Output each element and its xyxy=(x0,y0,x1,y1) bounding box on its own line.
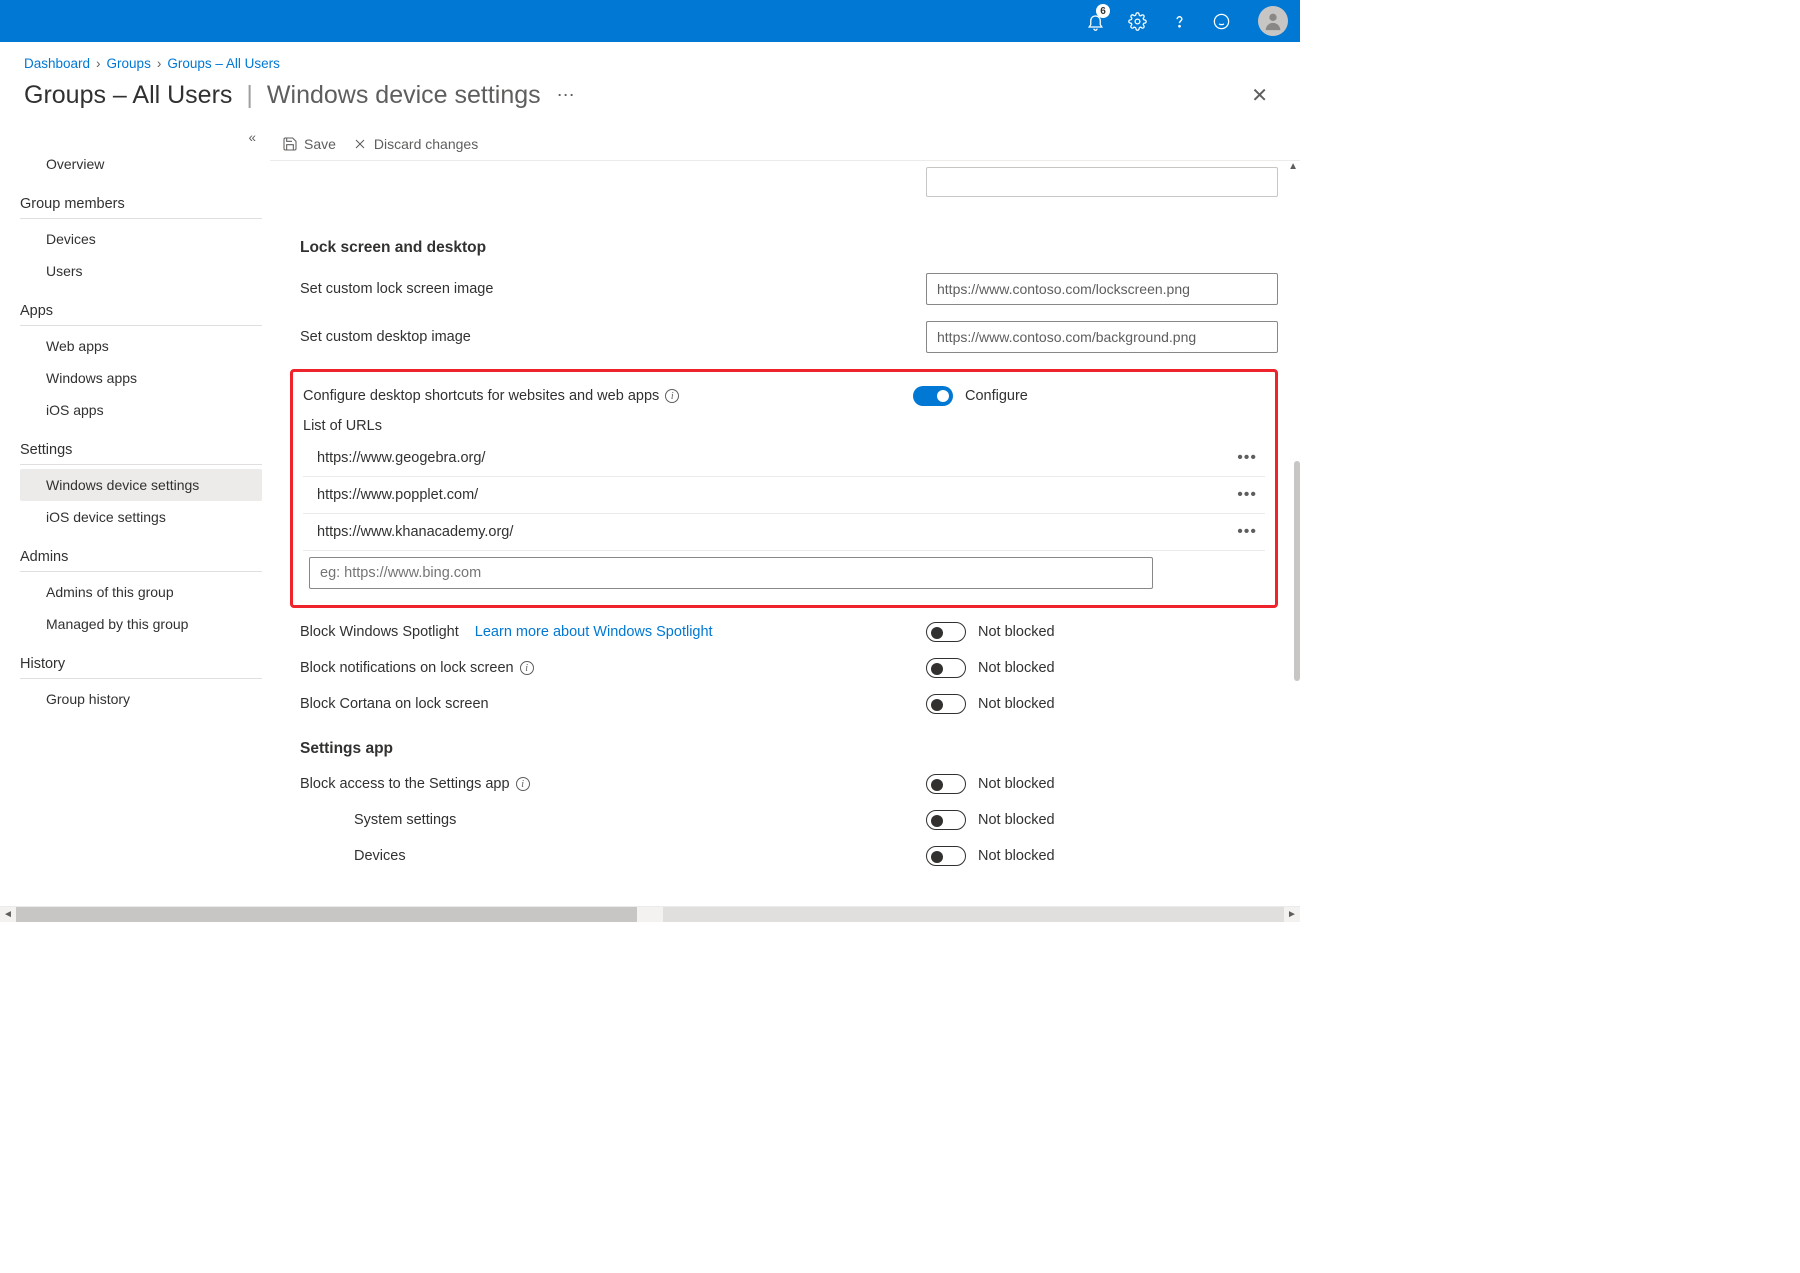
highlighted-shortcuts-box: Configure desktop shortcuts for websites… xyxy=(290,369,1278,608)
more-icon[interactable]: ••• xyxy=(1237,486,1257,504)
sidebar-item-ios-device-settings[interactable]: iOS device settings xyxy=(20,501,262,533)
toggle-system-settings[interactable] xyxy=(926,810,966,830)
url-text: https://www.geogebra.org/ xyxy=(317,450,485,466)
topbar: 6 xyxy=(0,0,1300,42)
sidebar-item-group-history[interactable]: Group history xyxy=(20,683,262,715)
main-scroll[interactable]: ▲ Lock screen and desktop Set custom loc… xyxy=(270,161,1300,918)
sidebar-section-group-members: Group members xyxy=(20,186,262,219)
label-configure-shortcuts: Configure desktop shortcuts for websites… xyxy=(303,388,679,404)
more-actions-icon[interactable]: ⋯ xyxy=(557,85,575,106)
scroll-right-icon[interactable]: ► xyxy=(1284,907,1300,923)
avatar[interactable] xyxy=(1258,6,1288,36)
label-lock-screen-image: Set custom lock screen image xyxy=(300,281,493,297)
toggle-configure-shortcuts[interactable] xyxy=(913,386,953,406)
url-row: https://www.popplet.com/ ••• xyxy=(303,477,1265,514)
sidebar-item-windows-apps[interactable]: Windows apps xyxy=(20,362,262,394)
toolbar: Save Discard changes xyxy=(270,126,1300,161)
save-button[interactable]: Save xyxy=(282,136,336,152)
info-icon[interactable]: i xyxy=(665,389,679,403)
toggle-label-system: Not blocked xyxy=(978,812,1055,828)
dropdown-stub[interactable] xyxy=(926,167,1278,197)
toggle-label-configure: Configure xyxy=(965,388,1028,404)
toggle-block-settings-app[interactable] xyxy=(926,774,966,794)
collapse-sidebar-icon[interactable]: « xyxy=(248,130,256,145)
link-spotlight-learn-more[interactable]: Learn more about Windows Spotlight xyxy=(475,624,713,640)
page-title: Groups – All Users | Windows device sett… xyxy=(24,81,575,110)
sidebar-item-ios-apps[interactable]: iOS apps xyxy=(20,394,262,426)
info-icon[interactable]: i xyxy=(520,661,534,675)
feedback-icon[interactable] xyxy=(1202,2,1240,40)
more-icon[interactable]: ••• xyxy=(1237,449,1257,467)
content: Save Discard changes ▲ Lock screen and d… xyxy=(270,126,1300,918)
input-add-url[interactable] xyxy=(309,557,1153,589)
input-lock-screen-image[interactable] xyxy=(926,273,1278,305)
toggle-block-spotlight[interactable] xyxy=(926,622,966,642)
toggle-block-notifications[interactable] xyxy=(926,658,966,678)
url-list: https://www.geogebra.org/ ••• https://ww… xyxy=(303,440,1265,551)
breadcrumb-item[interactable]: Groups – All Users xyxy=(167,56,280,71)
url-row: https://www.khanacademy.org/ ••• xyxy=(303,514,1265,551)
label-block-settings-app: Block access to the Settings app i xyxy=(300,776,530,792)
label-desktop-image: Set custom desktop image xyxy=(300,329,471,345)
sidebar-item-admins-of-group[interactable]: Admins of this group xyxy=(20,576,262,608)
sidebar-item-web-apps[interactable]: Web apps xyxy=(20,330,262,362)
toggle-label-notifications: Not blocked xyxy=(978,660,1055,676)
sidebar-item-devices[interactable]: Devices xyxy=(20,223,262,255)
page-title-row: Groups – All Users | Windows device sett… xyxy=(0,77,1300,126)
scrollbar-thumb[interactable] xyxy=(16,907,637,922)
info-icon[interactable]: i xyxy=(516,777,530,791)
close-icon[interactable]: ✕ xyxy=(1243,79,1276,112)
section-title-settings-app: Settings app xyxy=(300,740,1278,758)
settings-icon[interactable] xyxy=(1118,2,1156,40)
notification-badge: 6 xyxy=(1096,4,1110,18)
url-text: https://www.popplet.com/ xyxy=(317,487,478,503)
scroll-left-icon[interactable]: ◄ xyxy=(0,907,16,923)
notifications-icon[interactable]: 6 xyxy=(1076,2,1114,40)
sidebar-section-apps: Apps xyxy=(20,293,262,326)
sidebar-section-history: History xyxy=(20,646,262,679)
label-system-settings: System settings xyxy=(300,812,456,828)
input-desktop-image[interactable] xyxy=(926,321,1278,353)
toggle-label-spotlight: Not blocked xyxy=(978,624,1055,640)
sidebar-section-admins: Admins xyxy=(20,539,262,572)
list-header-urls: List of URLs xyxy=(303,414,1265,440)
sidebar-item-users[interactable]: Users xyxy=(20,255,262,287)
help-icon[interactable] xyxy=(1160,2,1198,40)
sidebar: « Overview Group members Devices Users A… xyxy=(0,126,270,918)
discard-button[interactable]: Discard changes xyxy=(352,136,478,152)
breadcrumb-item[interactable]: Dashboard xyxy=(24,56,90,71)
url-text: https://www.khanacademy.org/ xyxy=(317,524,513,540)
sidebar-item-windows-device-settings[interactable]: Windows device settings xyxy=(20,469,262,501)
horizontal-scrollbar[interactable]: ◄ ► xyxy=(0,906,1300,922)
sidebar-item-managed-by-group[interactable]: Managed by this group xyxy=(20,608,262,640)
label-block-cortana: Block Cortana on lock screen xyxy=(300,696,489,712)
toggle-label-devices: Not blocked xyxy=(978,848,1055,864)
label-devices-settings: Devices xyxy=(300,848,406,864)
toggle-devices-settings[interactable] xyxy=(926,846,966,866)
toggle-block-cortana[interactable] xyxy=(926,694,966,714)
scroll-up-icon[interactable]: ▲ xyxy=(1288,161,1298,172)
toggle-label-settings-app: Not blocked xyxy=(978,776,1055,792)
label-block-spotlight: Block Windows Spotlight Learn more about… xyxy=(300,624,713,640)
url-row: https://www.geogebra.org/ ••• xyxy=(303,440,1265,477)
toggle-label-cortana: Not blocked xyxy=(978,696,1055,712)
more-icon[interactable]: ••• xyxy=(1237,523,1257,541)
breadcrumb: Dashboard › Groups › Groups – All Users xyxy=(0,42,1300,77)
sidebar-item-overview[interactable]: Overview xyxy=(20,148,262,180)
label-block-notifications: Block notifications on lock screen i xyxy=(300,660,534,676)
breadcrumb-item[interactable]: Groups xyxy=(107,56,151,71)
vertical-scrollbar-thumb[interactable] xyxy=(1294,461,1300,681)
section-title-lock-screen: Lock screen and desktop xyxy=(300,239,1278,257)
sidebar-section-settings: Settings xyxy=(20,432,262,465)
